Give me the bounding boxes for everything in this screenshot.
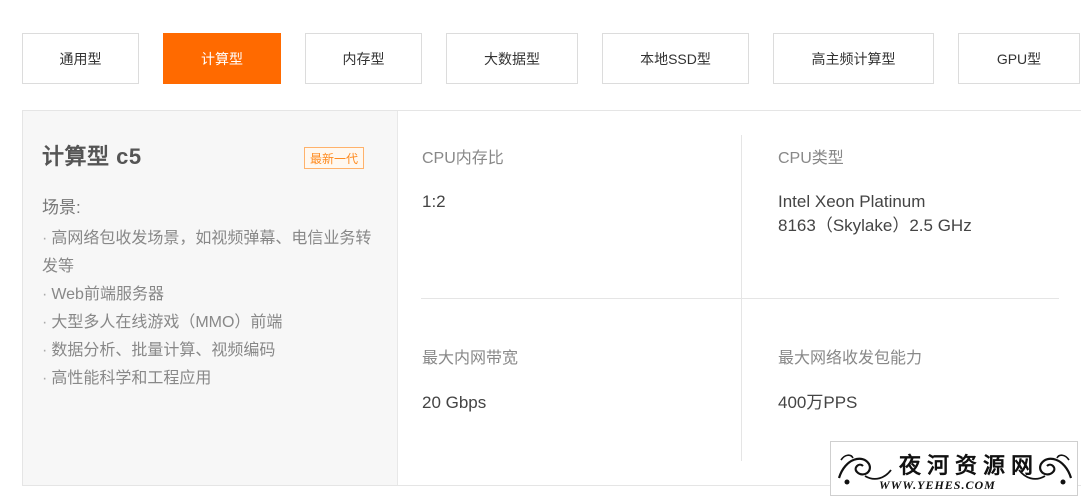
spec-cpu-type-label: CPU类型 (778, 150, 844, 167)
instance-summary-panel: 计算型 c5 最新一代 场景: · 高网络包收发场景，如视频弹幕、电信业务转发等 … (23, 111, 398, 485)
tab-compute[interactable]: 计算型 (163, 33, 281, 84)
new-generation-badge: 最新一代 (304, 147, 365, 169)
spec-max-bandwidth-label: 最大内网带宽 (422, 350, 519, 367)
instance-title: 计算型 c5 (42, 144, 142, 169)
instance-card: 计算型 c5 最新一代 场景: · 高网络包收发场景，如视频弹幕、电信业务转发等 … (22, 110, 1081, 486)
list-item: · 大型多人在线游戏（MMO）前端 (42, 314, 283, 331)
bullet-icon: · (42, 342, 48, 359)
scene-list: · 高网络包收发场景，如视频弹幕、电信业务转发等 · Web前端服务器 · 大型多人在… (42, 225, 382, 393)
tab-memory[interactable]: 内存型 (305, 33, 422, 84)
bullet-icon: · (42, 286, 48, 303)
site-watermark: 夜河资源网 WWW.YEHES.COM (830, 441, 1078, 496)
bullet-icon: · (42, 230, 48, 247)
grid-divider-horizontal (421, 298, 1059, 299)
tab-big-data[interactable]: 大数据型 (446, 33, 578, 84)
spec-max-bandwidth-value: 20 Gbps (422, 393, 487, 412)
list-item: · 高网络包收发场景，如视频弹幕、电信业务转发等 (42, 230, 372, 275)
list-item: · 高性能科学和工程应用 (42, 370, 212, 387)
bullet-icon: · (42, 314, 48, 331)
spec-cpu-type-value-line1: Intel Xeon Platinum (778, 192, 926, 211)
scene-label: 场景: (42, 198, 81, 217)
tab-general[interactable]: 通用型 (22, 33, 139, 84)
tab-local-ssd[interactable]: 本地SSD型 (602, 33, 749, 84)
right-swirl-ornament-icon (1018, 454, 1073, 485)
bullet-icon: · (42, 370, 48, 387)
spec-max-pps-label: 最大网络收发包能力 (778, 350, 923, 367)
list-item: · Web前端服务器 (42, 286, 164, 303)
spec-cpu-type-value-line2: 8163（Skylake）2.5 GHz (778, 216, 972, 235)
tab-gpu[interactable]: GPU型 (958, 33, 1080, 84)
spec-cpu-mem-ratio-value: 1:2 (422, 192, 446, 211)
watermark-url: WWW.YEHES.COM (879, 478, 996, 492)
spec-max-pps-value: 400万PPS (778, 393, 858, 412)
list-item: · 数据分析、批量计算、视频编码 (42, 342, 276, 359)
tab-high-frequency[interactable]: 高主频计算型 (773, 33, 934, 84)
page: 通用型 计算型 内存型 大数据型 本地SSD型 高主频计算型 GPU型 计算型 … (0, 0, 1081, 500)
spec-cpu-mem-ratio-label: CPU内存比 (422, 150, 504, 167)
